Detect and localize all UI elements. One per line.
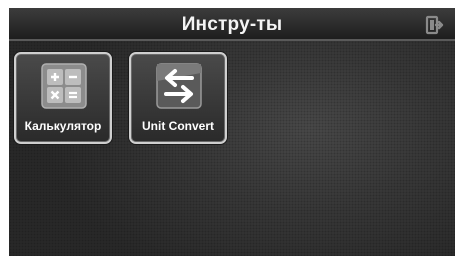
exit-icon <box>425 15 444 35</box>
exit-button[interactable] <box>425 15 445 35</box>
calculator-app-button[interactable]: Калькулятор <box>14 52 112 144</box>
unit-convert-app-button[interactable]: Unit Convert <box>129 52 227 144</box>
page-title: Инстру-ты <box>181 14 283 35</box>
unit-convert-label: Unit Convert <box>142 119 214 133</box>
calculator-label: Калькулятор <box>24 119 102 133</box>
unit-convert-icon <box>156 63 202 109</box>
title-bar: Инстру-ты <box>9 8 455 41</box>
tools-screen: Инстру-ты Калькулятор Unit Convert <box>9 8 455 256</box>
calculator-icon <box>41 63 87 109</box>
